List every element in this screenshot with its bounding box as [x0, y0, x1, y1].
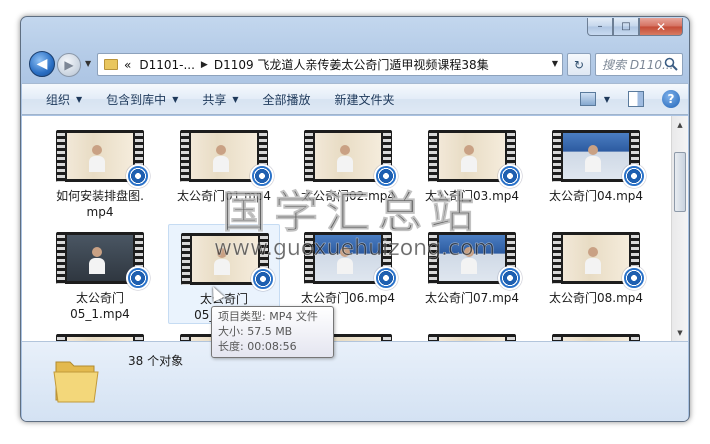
file-name: 太公奇门04.mp4: [548, 189, 644, 203]
search-placeholder: 搜索 D110...: [602, 58, 674, 72]
file-name: 太公奇门08.mp4: [548, 291, 644, 305]
folder-icon: [53, 361, 99, 403]
video-thumbnail[interactable]: [552, 334, 640, 341]
details-pane: 38 个对象: [22, 341, 688, 421]
chevron-down-icon: ▼: [232, 94, 239, 104]
media-player-icon: [374, 266, 398, 290]
back-button[interactable]: ◀: [29, 51, 55, 77]
scrollbar-thumb[interactable]: [674, 152, 686, 212]
presenter-figure: [213, 145, 229, 172]
address-bar[interactable]: « D1101-... ▶ D1109 飞龙道人亲传姜太公奇门遁甲视频课程38集…: [97, 53, 563, 76]
film-sprockets: [57, 130, 65, 182]
presenter-figure: [585, 247, 601, 274]
address-overflow[interactable]: «: [124, 58, 131, 72]
file-name: 如何安装排盘图. mp4: [56, 189, 144, 219]
video-frame: [563, 133, 629, 179]
share-label: 共享: [202, 92, 227, 107]
film-sprockets: [553, 130, 561, 182]
film-sprockets: [57, 232, 65, 284]
file-item[interactable]: 如何安装排盘图. mp4: [44, 122, 156, 222]
media-player-icon: [498, 266, 522, 290]
forward-button[interactable]: ▶: [57, 53, 81, 77]
video-frame: [67, 133, 133, 179]
minimize-button[interactable]: –: [587, 18, 613, 36]
command-bar: 组织 ▼ 包含到库中 ▼ 共享 ▼ 全部播放 新建文件夹 ▼ ?: [22, 83, 688, 115]
folder-icon: [104, 59, 118, 70]
presenter-figure: [461, 145, 477, 172]
play-all-button[interactable]: 全部播放: [251, 84, 323, 114]
video-frame: [191, 133, 257, 179]
video-thumbnail[interactable]: [428, 334, 516, 341]
media-player-icon: [126, 164, 150, 188]
media-player-icon: [622, 266, 646, 290]
search-input[interactable]: 搜索 D110...: [595, 53, 683, 76]
view-options-dropdown[interactable]: ▼: [604, 95, 610, 104]
video-frame: [439, 133, 505, 179]
film-sprockets: [429, 130, 437, 182]
presenter-figure: [337, 145, 353, 172]
address-dropdown-icon[interactable]: ▼: [552, 59, 558, 68]
file-item[interactable]: 太公奇门 05_1.mp4: [44, 224, 156, 324]
film-sprockets: [182, 233, 190, 285]
file-name: 太公奇门 05_1.mp4: [70, 291, 130, 321]
scroll-up-icon[interactable]: ▲: [672, 116, 688, 133]
presenter-figure: [89, 145, 105, 172]
tooltip-length: 长度: 00:08:56: [218, 340, 297, 353]
close-button[interactable]: ✕: [639, 18, 683, 36]
new-folder-button[interactable]: 新建文件夹: [323, 84, 407, 114]
media-player-icon: [498, 164, 522, 188]
include-in-library-button[interactable]: 包含到库中 ▼: [94, 84, 190, 114]
media-player-icon: [622, 164, 646, 188]
file-item[interactable]: 太公奇门04.mp4: [540, 122, 652, 222]
film-sprockets: [553, 232, 561, 284]
watermark: 国学汇总站: [222, 187, 482, 239]
watermark-url: www.guoxuehuizong.com: [214, 236, 496, 262]
video-frame: [563, 235, 629, 281]
preview-pane-icon[interactable]: [628, 91, 644, 107]
presenter-figure: [585, 145, 601, 172]
film-sprockets: [305, 130, 313, 182]
share-button[interactable]: 共享 ▼: [190, 84, 250, 114]
search-icon[interactable]: [664, 57, 678, 71]
video-frame: [67, 235, 133, 281]
caption-buttons: – □ ✕: [587, 18, 683, 36]
organize-label: 组织: [46, 92, 71, 107]
tooltip-size: 大小: 57.5 MB: [218, 325, 293, 338]
change-view-icon[interactable]: [579, 92, 596, 106]
file-name: 太公奇门06.mp4: [300, 291, 396, 305]
tooltip-type: 项目类型: MP4 文件: [218, 310, 318, 323]
chevron-down-icon: ▼: [76, 94, 83, 104]
breadcrumb-segment-1[interactable]: D1101-...: [139, 58, 195, 72]
title-bar[interactable]: – □ ✕: [21, 17, 689, 45]
organize-button[interactable]: 组织 ▼: [22, 84, 94, 114]
recent-pages-dropdown[interactable]: ▼: [85, 59, 91, 68]
refresh-button[interactable]: ↻: [567, 53, 591, 76]
breadcrumb-separator-icon[interactable]: ▶: [201, 60, 208, 70]
file-name: 太公奇门07.mp4: [424, 291, 520, 305]
film-sprockets: [181, 130, 189, 182]
video-thumbnail[interactable]: [56, 334, 144, 341]
scroll-down-icon[interactable]: ▼: [672, 324, 688, 341]
file-info-tooltip: 项目类型: MP4 文件 大小: 57.5 MB 长度: 00:08:56: [211, 306, 334, 358]
view-controls: ▼ ?: [579, 90, 680, 108]
presenter-figure: [89, 247, 105, 274]
maximize-button[interactable]: □: [613, 18, 639, 36]
vertical-scrollbar[interactable]: ▲ ▼: [671, 116, 688, 341]
breadcrumb-segment-2[interactable]: D1109 飞龙道人亲传姜太公奇门遁甲视频课程38集: [214, 56, 489, 73]
navigation-row: ◀ ▶ ▼ « D1101-... ▶ D1109 飞龙道人亲传姜太公奇门遁甲视…: [29, 49, 683, 79]
help-icon[interactable]: ?: [662, 90, 680, 108]
chevron-down-icon: ▼: [172, 94, 179, 104]
media-player-icon: [126, 266, 150, 290]
item-count: 38 个对象: [128, 354, 184, 368]
file-item[interactable]: 太公奇门08.mp4: [540, 224, 652, 324]
video-frame: [315, 133, 381, 179]
media-player-icon: [251, 267, 275, 291]
include-in-library-label: 包含到库中: [106, 92, 167, 107]
